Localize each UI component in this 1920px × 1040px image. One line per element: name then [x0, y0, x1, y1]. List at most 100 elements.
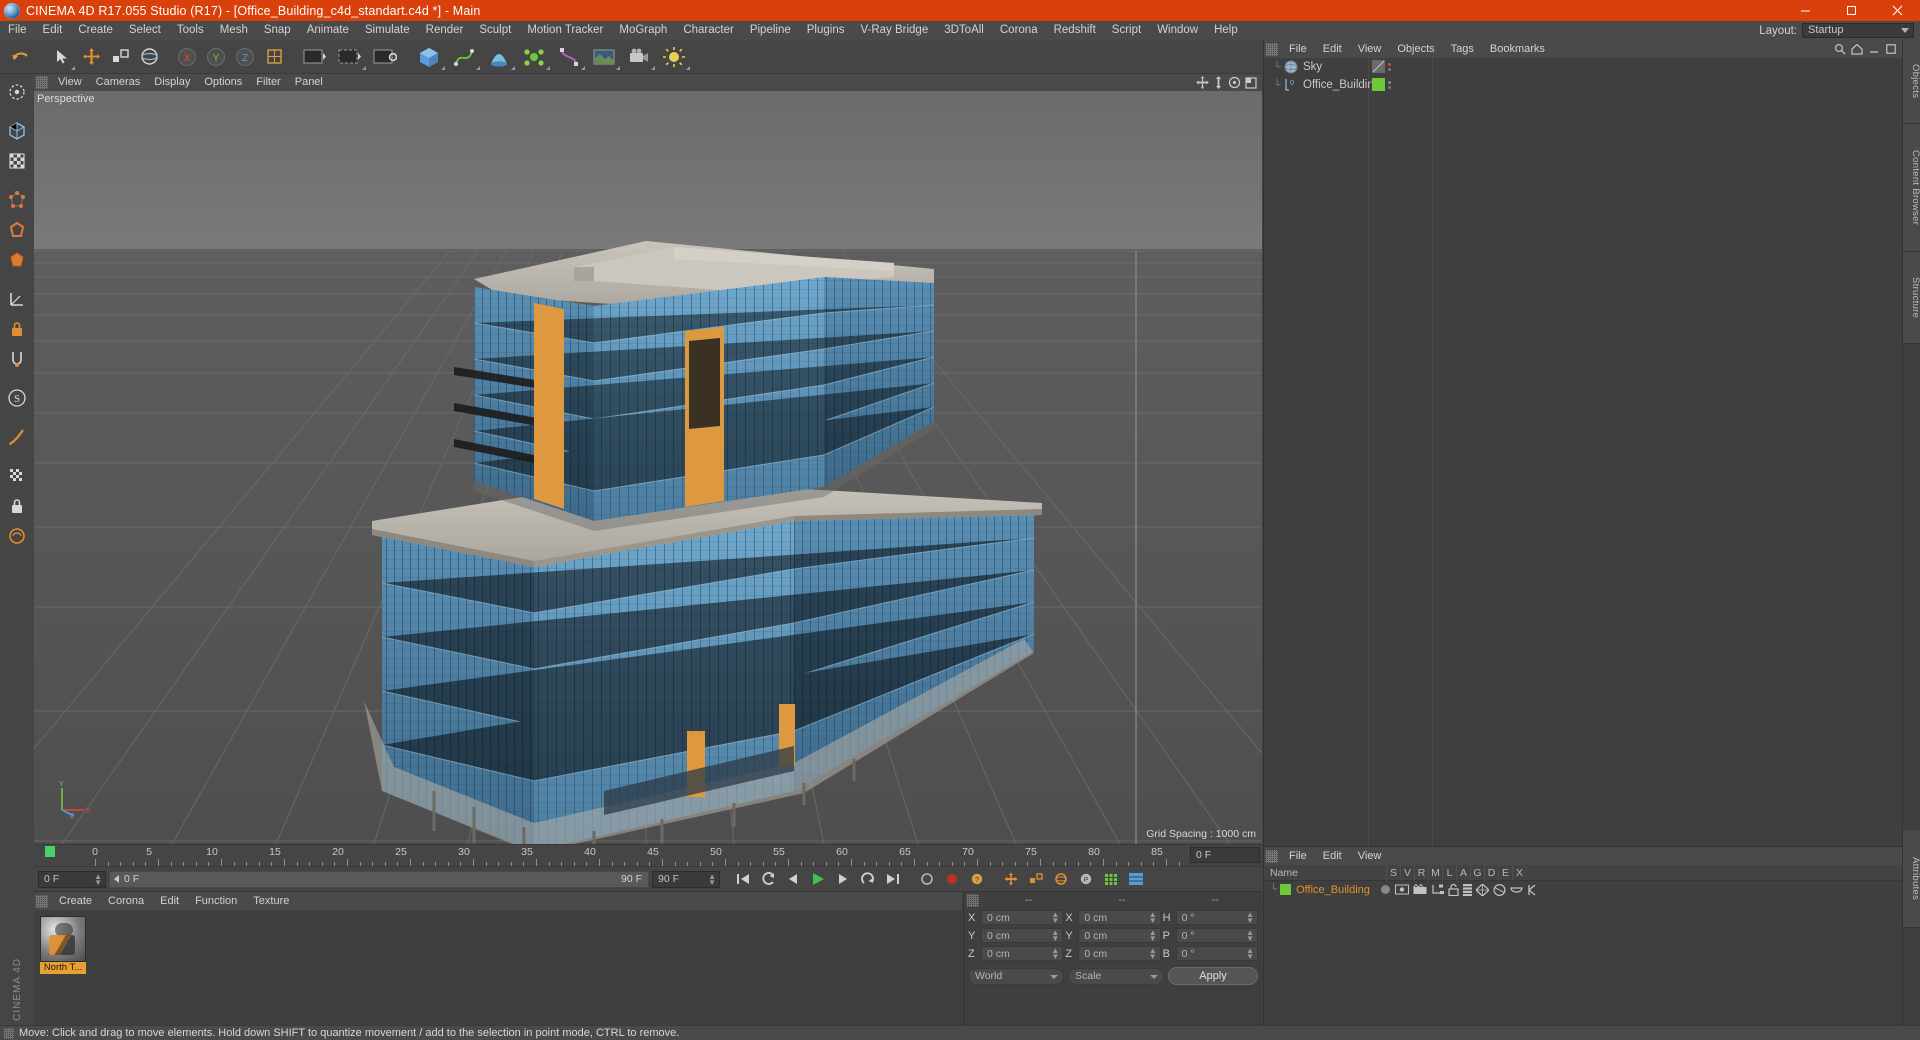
menu-item-animate[interactable]: Animate — [299, 21, 357, 40]
move-tool-icon[interactable] — [77, 43, 105, 71]
menu-item-sculpt[interactable]: Sculpt — [471, 21, 519, 40]
mm-menu-function[interactable]: Function — [187, 892, 245, 910]
column-header-x[interactable]: X — [1512, 864, 1526, 881]
rotate-view-icon[interactable] — [1228, 76, 1241, 89]
deformer-icon[interactable] — [552, 43, 586, 71]
edges-mode-icon[interactable] — [3, 216, 31, 244]
minimize-panel-icon[interactable] — [1868, 43, 1880, 55]
column-header-d[interactable]: D — [1484, 864, 1498, 881]
viewport-menu-filter[interactable]: Filter — [249, 74, 287, 91]
menu-item-plugins[interactable]: Plugins — [799, 21, 853, 40]
search-icon[interactable] — [1834, 43, 1846, 55]
unlock-icon[interactable] — [1448, 883, 1459, 896]
menu-item-pipeline[interactable]: Pipeline — [742, 21, 799, 40]
maximize-view-icon[interactable] — [1245, 76, 1257, 89]
spline-pen-icon[interactable] — [447, 43, 481, 71]
home-icon[interactable] — [1851, 43, 1863, 55]
step-forward-icon[interactable] — [832, 869, 854, 890]
dock-tab-structure[interactable]: Structure — [1903, 252, 1920, 344]
column-header-e[interactable]: E — [1498, 864, 1512, 881]
mm-menu-create[interactable]: Create — [51, 892, 100, 910]
axis-lock-x-icon[interactable]: X — [173, 43, 201, 71]
light-icon[interactable] — [657, 43, 691, 71]
hierarchy-icon[interactable] — [1431, 884, 1444, 895]
rotate-tool-icon[interactable] — [135, 43, 163, 71]
coord-field-size-x[interactable]: 0 cm ▲ ▼ — [1078, 910, 1161, 925]
coordinate-mode-dropdown[interactable]: Scale — [1068, 967, 1164, 985]
current-frame-marker[interactable] — [45, 846, 55, 857]
scene-environment-icon[interactable] — [587, 43, 621, 71]
world-object-coord-icon[interactable] — [260, 43, 288, 71]
loop-icon[interactable] — [857, 869, 879, 890]
material-manager-body[interactable]: North T... — [34, 910, 962, 980]
camera-icon[interactable] — [622, 43, 656, 71]
object-tags-sky[interactable] — [1372, 60, 1391, 73]
coord-field-pos-z[interactable]: 0 cm ▲ ▼ — [981, 946, 1064, 961]
go-to-end-icon[interactable] — [882, 869, 904, 890]
axis-lock-z-icon[interactable]: Z — [231, 43, 259, 71]
timeline-ruler-panel[interactable]: 0 5 10 15 20 25 30 35 40 45 50 55 60 65 … — [34, 844, 1262, 866]
enable-deformer-icon[interactable] — [3, 522, 31, 550]
menu-item-render[interactable]: Render — [418, 21, 472, 40]
ap-menu-view[interactable]: View — [1350, 847, 1390, 865]
bowl-icon[interactable] — [1510, 884, 1523, 896]
dock-tab-attributes[interactable]: Attributes — [1903, 830, 1920, 928]
column-header-s[interactable]: S — [1386, 864, 1400, 881]
om-menu-edit[interactable]: Edit — [1315, 40, 1350, 58]
om-menu-view[interactable]: View — [1350, 40, 1390, 58]
mm-menu-edit[interactable]: Edit — [152, 892, 187, 910]
coord-field-pos-y[interactable]: 0 cm ▲ ▼ — [981, 928, 1064, 943]
menu-item-3dtoall[interactable]: 3DToAll — [936, 21, 992, 40]
play-backward-icon[interactable] — [757, 869, 779, 890]
position-key-icon[interactable] — [1000, 869, 1022, 890]
texture-mode-icon[interactable] — [3, 147, 31, 175]
panel-grip-icon[interactable] — [36, 894, 48, 908]
coord-field-rot-b[interactable]: 0 ° ▲ ▼ — [1175, 946, 1258, 961]
om-menu-bookmarks[interactable]: Bookmarks — [1482, 40, 1553, 58]
model-mode-icon[interactable] — [3, 117, 31, 145]
object-row-sky[interactable]: └ Sky — [1264, 58, 1902, 76]
play-icon[interactable] — [807, 869, 829, 890]
snap-icon[interactable] — [3, 345, 31, 373]
column-header-v[interactable]: V — [1400, 864, 1414, 881]
timeline-panel-icon[interactable] — [1125, 869, 1147, 890]
maximize-button[interactable] — [1828, 0, 1874, 21]
layers-icon[interactable] — [1462, 883, 1472, 896]
lock-axis-icon[interactable] — [3, 315, 31, 343]
generator-sphere-icon[interactable] — [1493, 883, 1506, 896]
tweak-mode-icon[interactable] — [3, 423, 31, 451]
object-manager-body[interactable]: └ Sky └ 0 Office_Building — [1264, 58, 1902, 846]
structure-row-office-building[interactable]: └ Office_Building — [1264, 881, 1902, 898]
menu-item-mograph[interactable]: MoGraph — [611, 21, 675, 40]
layout-dropdown[interactable]: Startup — [1802, 23, 1914, 38]
ap-menu-file[interactable]: File — [1281, 847, 1315, 865]
coord-field-size-z[interactable]: 0 cm ▲ ▼ — [1078, 946, 1161, 961]
menu-item-vray-bridge[interactable]: V-Ray Bridge — [852, 21, 936, 40]
render-view-icon[interactable] — [298, 43, 332, 71]
material-tag-icon[interactable] — [1372, 78, 1385, 91]
menu-item-select[interactable]: Select — [121, 21, 169, 40]
minimize-button[interactable] — [1782, 0, 1828, 21]
layer-lock-icon[interactable] — [3, 492, 31, 520]
timeline-ruler[interactable]: 0 5 10 15 20 25 30 35 40 45 50 55 60 65 … — [34, 845, 1262, 867]
dock-tab-content-browser[interactable]: Content Browser — [1903, 124, 1920, 252]
panel-grip-icon[interactable] — [36, 76, 48, 89]
mograph-cloner-icon[interactable] — [517, 43, 551, 71]
coordinate-space-dropdown[interactable]: World — [968, 967, 1064, 985]
viewport-menu-display[interactable]: Display — [147, 74, 197, 91]
deformer-diamond-icon[interactable] — [1475, 883, 1489, 896]
apply-button[interactable]: Apply — [1168, 967, 1258, 985]
rotation-key-icon[interactable] — [1050, 869, 1072, 890]
render-settings-icon[interactable] — [368, 43, 402, 71]
menu-item-edit[interactable]: Edit — [35, 21, 71, 40]
enable-axis-icon[interactable] — [3, 285, 31, 313]
scale-view-icon[interactable] — [1213, 76, 1224, 89]
coord-field-rot-h[interactable]: 0 ° ▲ ▼ — [1175, 910, 1258, 925]
viewport-menu-view[interactable]: View — [51, 74, 89, 91]
polygons-mode-icon[interactable] — [3, 246, 31, 274]
undo-redo-icon[interactable] — [4, 43, 38, 71]
generator-nurbs-icon[interactable] — [482, 43, 516, 71]
menu-item-mesh[interactable]: Mesh — [212, 21, 256, 40]
points-mode-icon[interactable] — [3, 186, 31, 214]
column-header-a[interactable]: A — [1456, 864, 1470, 881]
